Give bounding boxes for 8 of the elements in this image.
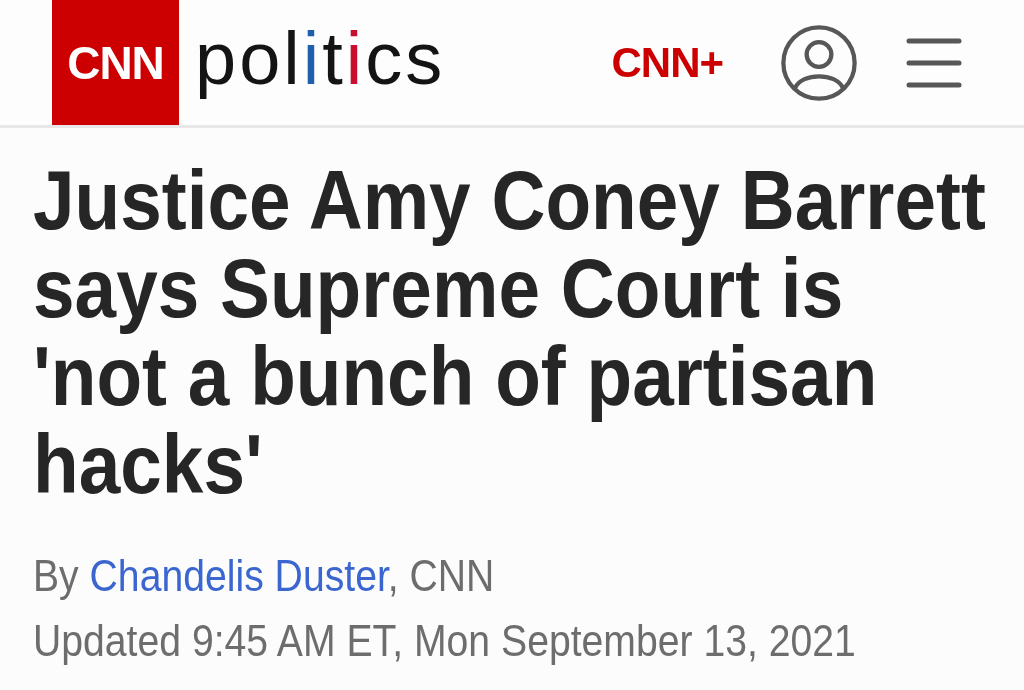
byline: By Chandelis Duster, CNN xyxy=(33,550,496,602)
brand-logo[interactable]: CNN xyxy=(52,0,179,125)
user-icon[interactable] xyxy=(781,24,857,101)
author-link[interactable]: Chandelis Duster xyxy=(89,551,388,600)
headline: Justice Amy Coney Barrett says Supreme Court is 'not a bunch of partisan hacks' xyxy=(33,156,987,508)
menu-icon[interactable] xyxy=(906,37,962,88)
timestamp: Updated 9:45 AM ET, Mon September 13, 2021 xyxy=(33,615,857,667)
logo-link[interactable]: CNN+ xyxy=(611,41,723,84)
